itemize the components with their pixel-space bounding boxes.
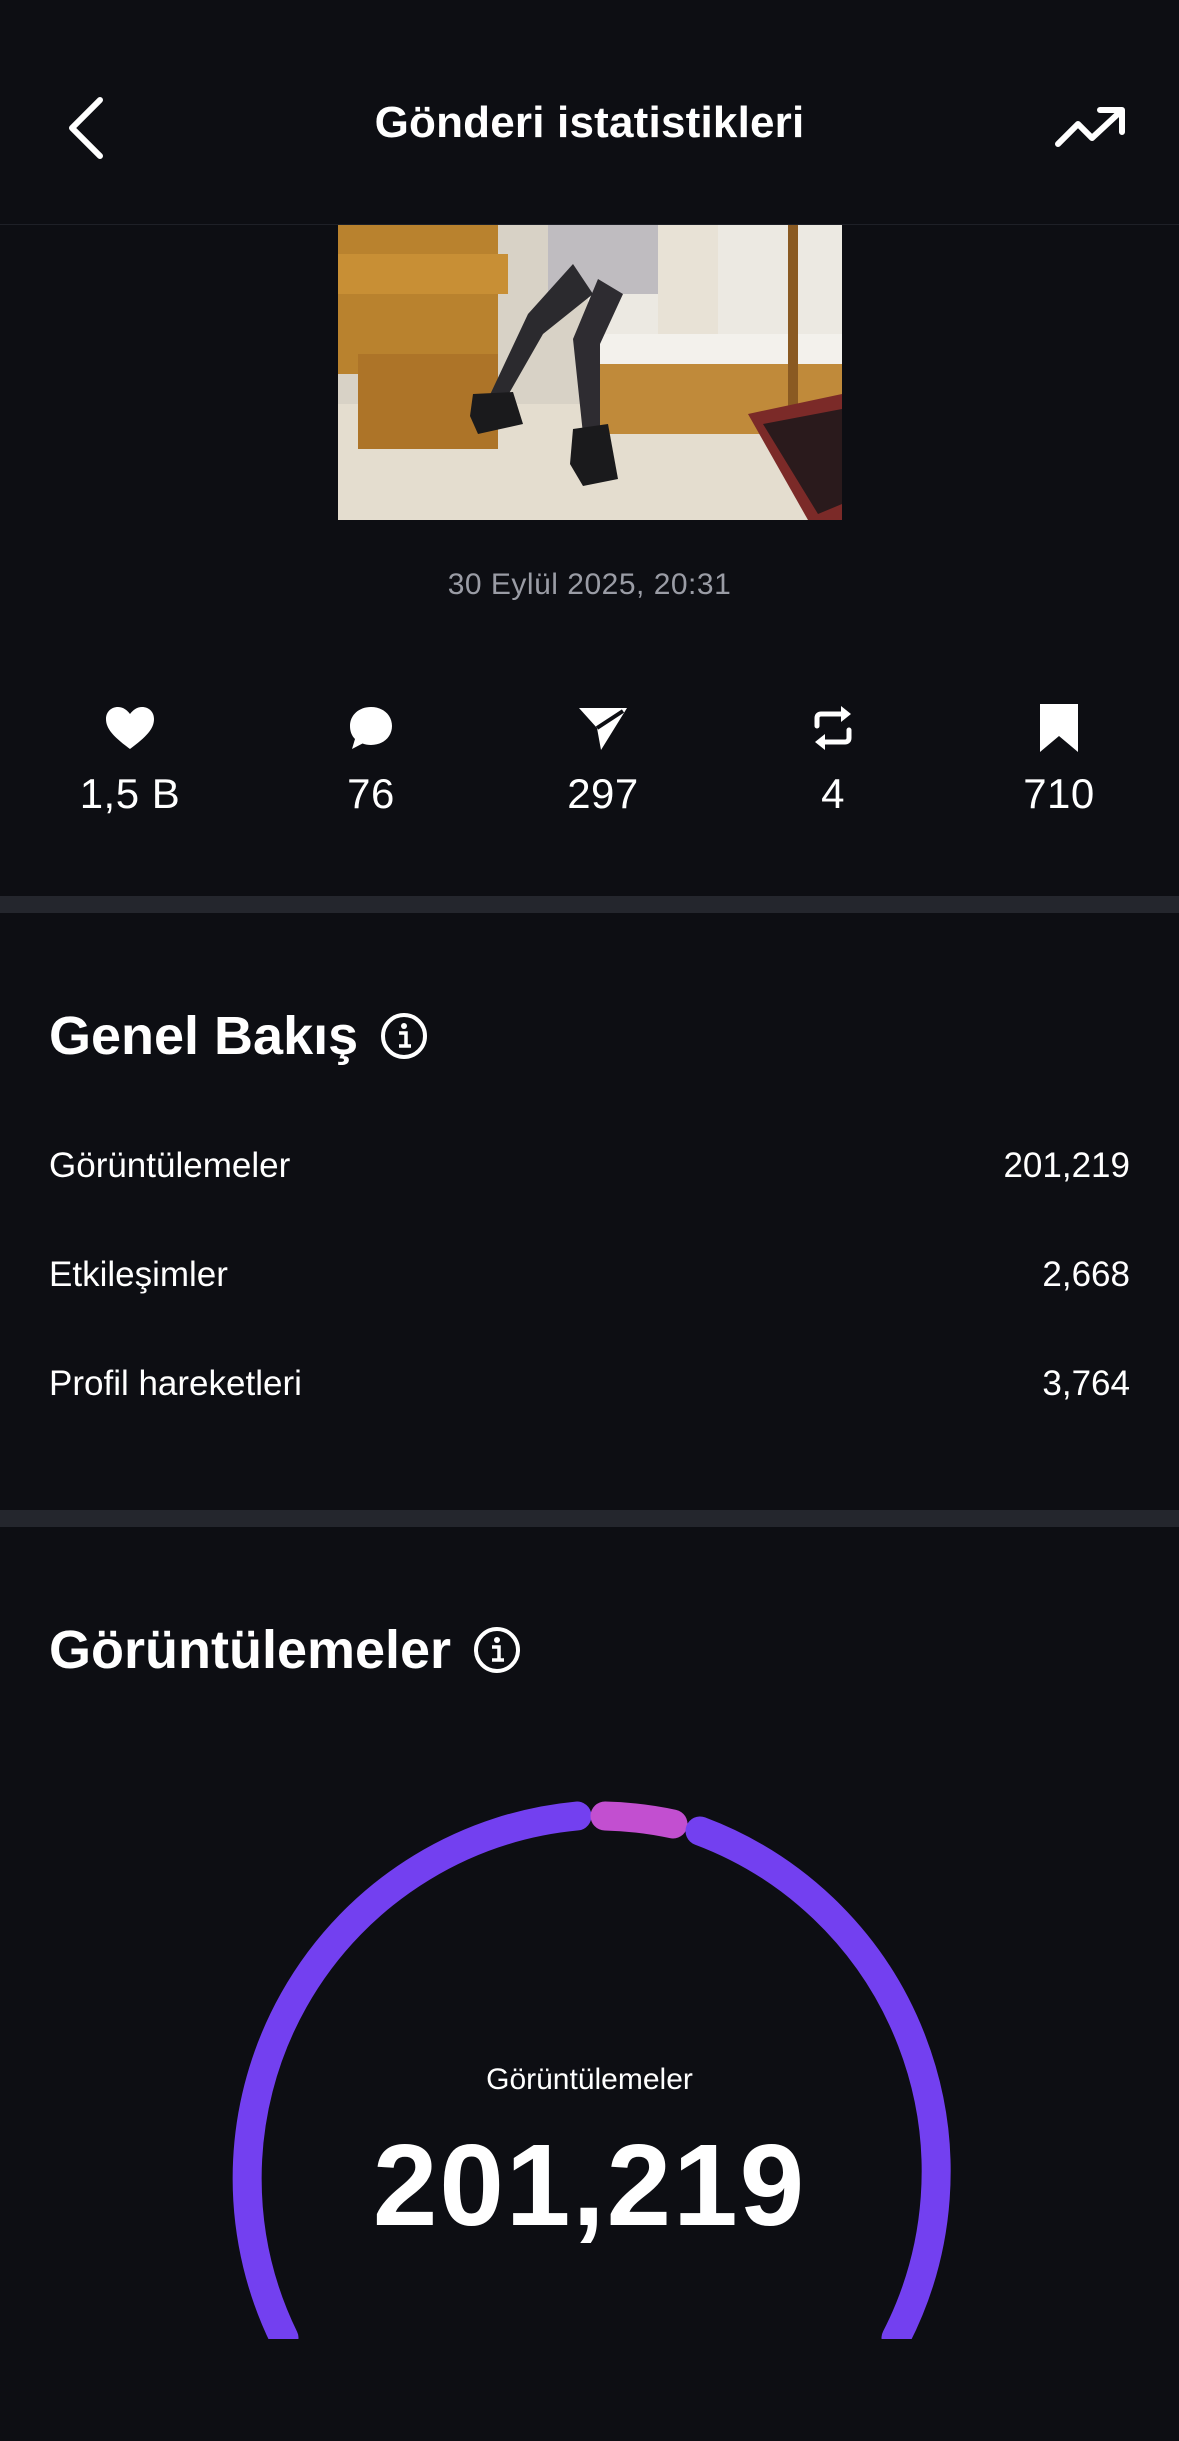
overview-row-profile-activity: Profil hareketleri 3,764: [49, 1364, 1130, 1404]
info-icon[interactable]: [380, 1012, 428, 1060]
gauge-label: Görüntülemeler: [486, 2063, 693, 2096]
top-bar: Gönderi istatistikleri: [0, 0, 1179, 225]
comments-metric[interactable]: 76: [281, 700, 461, 818]
gauge-value: 201,219: [372, 2120, 807, 2250]
reposts-metric[interactable]: 4: [743, 700, 923, 818]
gauge-arc-highlight: [590, 1801, 688, 1839]
profile-activity-value: 3,764: [1042, 1364, 1130, 1403]
likes-metric[interactable]: 1,5 B: [40, 700, 220, 818]
page-title: Gönderi istatistikleri: [374, 98, 805, 147]
likes-count: 1,5 B: [79, 770, 181, 817]
overview-section-title: Genel Bakış: [49, 1005, 428, 1067]
interactions-label: Etkileşimler: [49, 1255, 228, 1294]
views-section-title: Görüntülemeler: [49, 1619, 521, 1681]
overview-title: Genel Bakış: [49, 1006, 359, 1066]
info-icon[interactable]: [473, 1626, 521, 1674]
post-thumbnail[interactable]: [338, 224, 842, 520]
shares-count: 297: [567, 770, 639, 817]
heart-icon: [106, 707, 154, 749]
reposts-count: 4: [821, 770, 845, 817]
comment-icon: [350, 707, 392, 749]
shares-metric[interactable]: 297: [513, 700, 693, 818]
interactions-value: 2,668: [1042, 1255, 1130, 1294]
overview-row-interactions: Etkileşimler 2,668: [49, 1255, 1130, 1295]
overview-row-views: Görüntülemeler 201,219: [49, 1146, 1130, 1186]
section-divider: [0, 1510, 1179, 1527]
saves-count: 710: [1023, 770, 1095, 817]
trend-button[interactable]: [1052, 100, 1128, 160]
profile-activity-label: Profil hareketleri: [49, 1364, 302, 1403]
views-value: 201,219: [1003, 1146, 1130, 1185]
saves-metric[interactable]: 710: [969, 700, 1149, 818]
views-label: Görüntülemeler: [49, 1146, 291, 1185]
section-divider: [0, 896, 1179, 913]
post-date: 30 Eylül 2025, 20:31: [447, 568, 732, 601]
views-title: Görüntülemeler: [49, 1620, 452, 1680]
send-icon: [579, 708, 627, 750]
post-photo: [338, 224, 842, 520]
repost-icon: [814, 706, 852, 750]
comments-count: 76: [347, 770, 395, 817]
bookmark-icon: [1040, 704, 1078, 752]
trending-up-icon: [1055, 107, 1125, 147]
